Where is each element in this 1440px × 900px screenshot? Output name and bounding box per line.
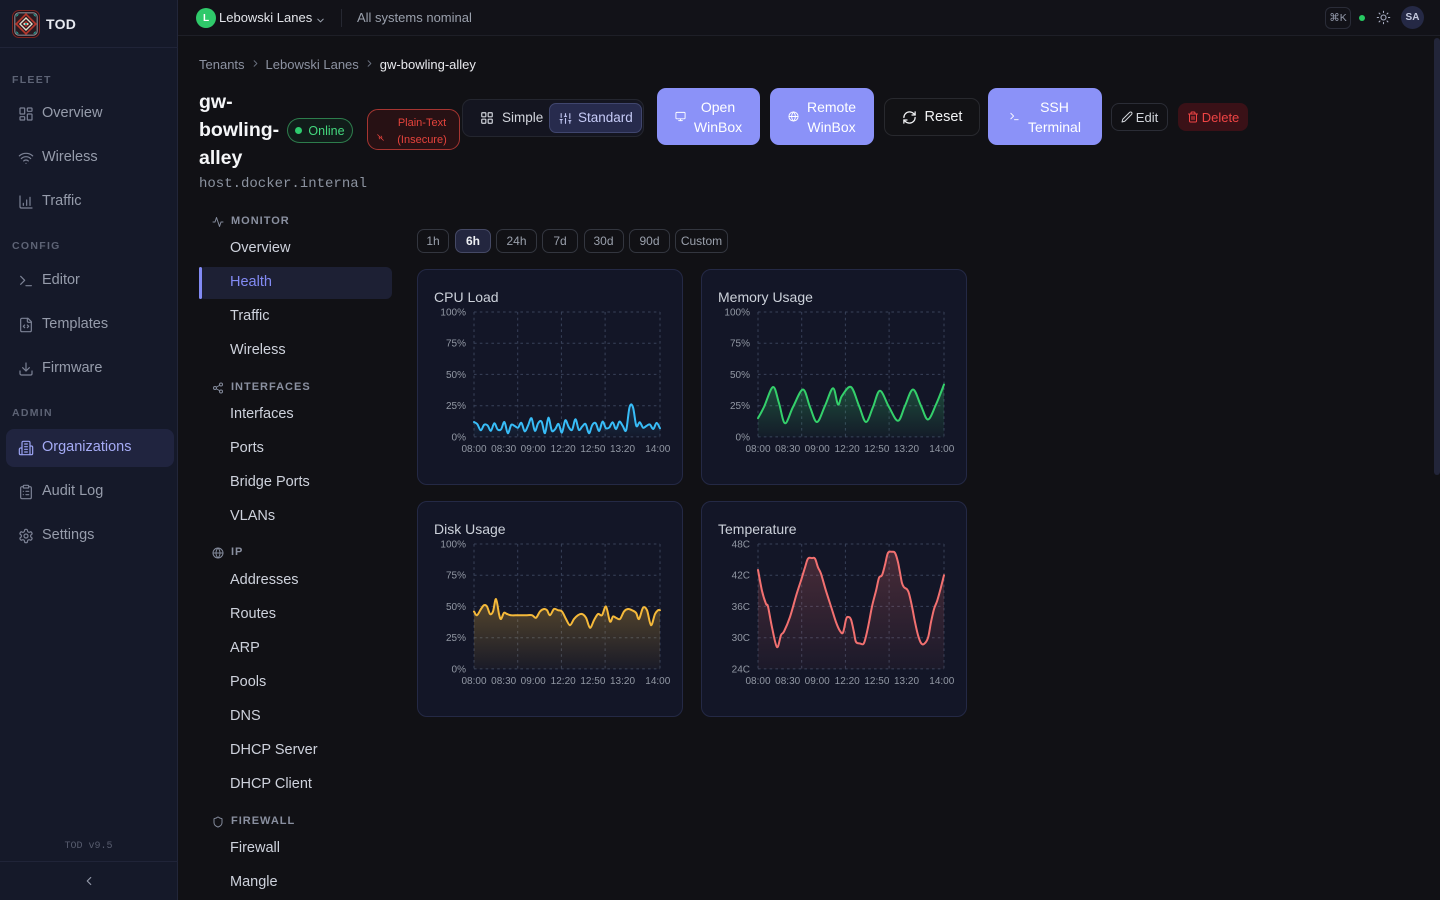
svg-text:12:20: 12:20: [551, 676, 576, 687]
svg-text:09:00: 09:00: [805, 444, 830, 455]
svg-text:12:50: 12:50: [864, 676, 889, 687]
svg-text:14:00: 14:00: [645, 676, 670, 687]
svg-text:100%: 100%: [440, 308, 466, 319]
svg-text:08:30: 08:30: [491, 676, 516, 687]
svg-text:08:00: 08:00: [461, 444, 486, 455]
svg-text:12:20: 12:20: [835, 676, 860, 687]
svg-text:08:00: 08:00: [461, 676, 486, 687]
svg-text:09:00: 09:00: [521, 444, 546, 455]
svg-text:09:00: 09:00: [805, 676, 830, 687]
svg-text:12:20: 12:20: [551, 444, 576, 455]
svg-text:08:30: 08:30: [775, 444, 800, 455]
svg-text:25%: 25%: [730, 401, 750, 412]
svg-text:42C: 42C: [732, 571, 750, 582]
svg-text:0%: 0%: [452, 432, 467, 443]
svg-text:30C: 30C: [732, 633, 750, 644]
svg-text:14:00: 14:00: [929, 444, 954, 455]
svg-text:14:00: 14:00: [645, 444, 670, 455]
svg-text:100%: 100%: [724, 308, 750, 319]
svg-text:75%: 75%: [730, 339, 750, 350]
svg-text:50%: 50%: [446, 602, 466, 613]
svg-text:36C: 36C: [732, 602, 750, 613]
svg-text:75%: 75%: [446, 571, 466, 582]
svg-text:25%: 25%: [446, 401, 466, 412]
svg-text:50%: 50%: [446, 370, 466, 381]
svg-text:25%: 25%: [446, 633, 466, 644]
svg-text:0%: 0%: [452, 664, 467, 675]
svg-text:12:20: 12:20: [835, 444, 860, 455]
svg-text:09:00: 09:00: [521, 676, 546, 687]
svg-text:75%: 75%: [446, 339, 466, 350]
svg-text:13:20: 13:20: [610, 676, 635, 687]
svg-text:24C: 24C: [732, 664, 750, 675]
svg-text:14:00: 14:00: [929, 676, 954, 687]
svg-text:13:20: 13:20: [894, 676, 919, 687]
svg-text:50%: 50%: [730, 370, 750, 381]
svg-text:12:50: 12:50: [580, 444, 605, 455]
svg-text:13:20: 13:20: [894, 444, 919, 455]
svg-text:08:30: 08:30: [491, 444, 516, 455]
svg-text:13:20: 13:20: [610, 444, 635, 455]
svg-text:12:50: 12:50: [580, 676, 605, 687]
svg-text:48C: 48C: [732, 540, 750, 551]
svg-text:08:00: 08:00: [745, 676, 770, 687]
svg-text:100%: 100%: [440, 540, 466, 551]
svg-text:0%: 0%: [736, 432, 751, 443]
svg-text:12:50: 12:50: [864, 444, 889, 455]
svg-text:08:30: 08:30: [775, 676, 800, 687]
svg-text:08:00: 08:00: [745, 444, 770, 455]
